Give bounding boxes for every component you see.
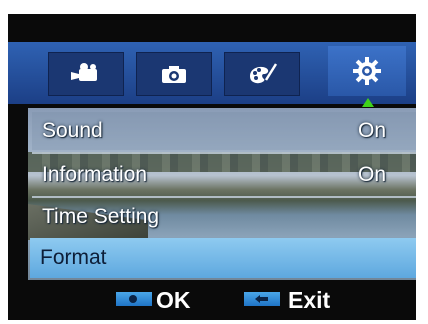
- selected-tab-indicator: [362, 98, 374, 107]
- tab-settings[interactable]: [328, 46, 406, 96]
- palette-icon: [250, 63, 278, 84]
- menu-item-time-setting[interactable]: Time Setting: [32, 198, 416, 236]
- menu-item-label: Time Setting: [42, 205, 160, 228]
- menu-item-sound[interactable]: Sound On: [32, 112, 416, 150]
- ok-button-icon: [116, 292, 152, 306]
- tab-video[interactable]: [48, 52, 124, 96]
- gear-icon: [353, 57, 381, 85]
- menu-item-label: Sound: [42, 119, 103, 142]
- menu-item-format[interactable]: Format: [30, 238, 416, 278]
- return-arrow-icon: [255, 295, 268, 303]
- footer-bar: [8, 280, 416, 314]
- menu-item-label: Format: [40, 246, 107, 269]
- tab-photo[interactable]: [136, 52, 212, 96]
- menu-item-value: On: [357, 119, 386, 142]
- menu-item-label: Information: [42, 163, 148, 186]
- exit-label: Exit: [288, 287, 331, 313]
- menu-item-value: On: [357, 163, 386, 186]
- exit-button-icon: [244, 292, 280, 306]
- divider: [32, 152, 416, 154]
- camera-icon: [162, 66, 186, 83]
- video-camera-icon: [71, 63, 97, 81]
- tab-effects[interactable]: [224, 52, 300, 96]
- ok-label: OK: [156, 287, 191, 313]
- menu-item-information[interactable]: Information On: [32, 156, 416, 194]
